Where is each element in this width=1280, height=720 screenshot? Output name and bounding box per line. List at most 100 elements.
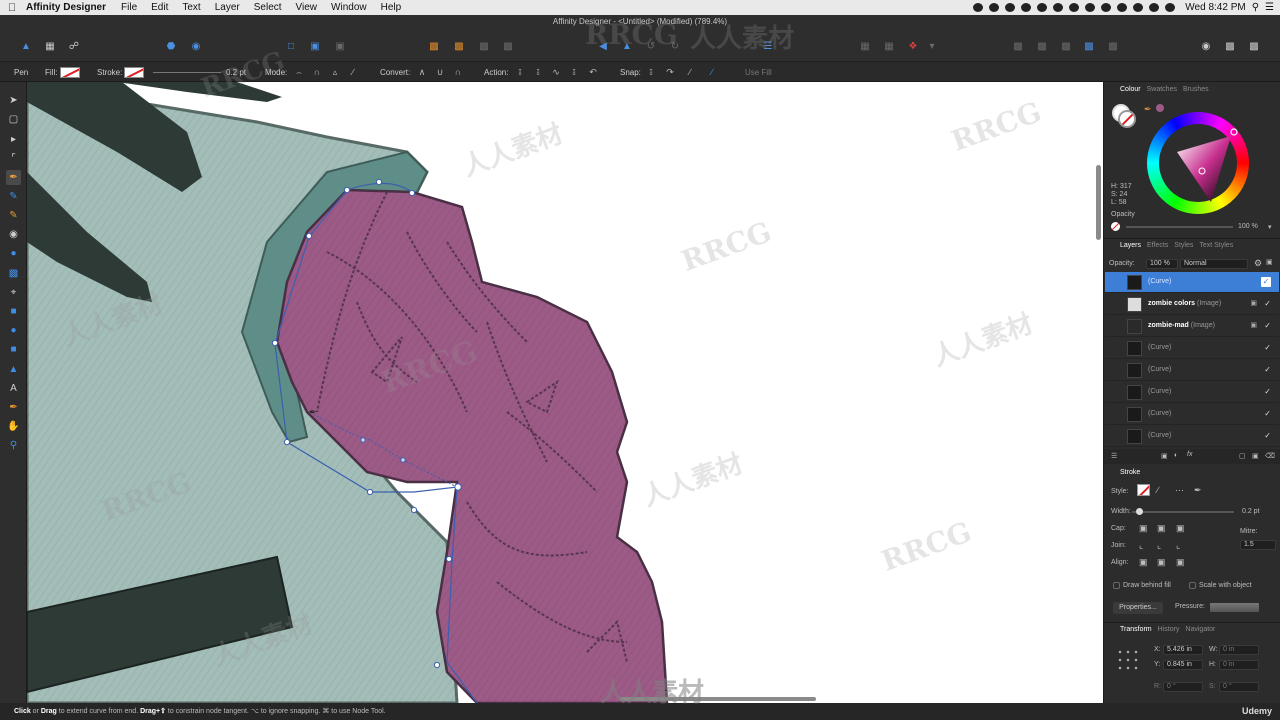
layer-row[interactable]: (Curve) ✓ bbox=[1105, 382, 1279, 403]
document-setup-icon[interactable]: ⬣ bbox=[163, 39, 179, 53]
export-persona-icon[interactable]: ☍ bbox=[66, 39, 82, 53]
status-icon[interactable] bbox=[1101, 3, 1112, 12]
snap-option-icon[interactable]: ↷ bbox=[664, 67, 676, 78]
layer-row[interactable]: zombie-mad (Image) ▣ ✓ bbox=[1105, 316, 1279, 337]
zoom-tool-icon[interactable]: ⚲ bbox=[6, 438, 21, 453]
stroke-width-slider[interactable] bbox=[153, 72, 221, 73]
rotate-left-icon[interactable]: ↺ bbox=[643, 39, 659, 53]
triangle-tool-icon[interactable]: ▲ bbox=[6, 362, 21, 377]
cap-square-icon[interactable]: ▣ bbox=[1176, 523, 1185, 534]
node-tool-icon[interactable]: ▸ bbox=[6, 132, 21, 147]
join-curves-icon[interactable]: ⫱ bbox=[568, 67, 580, 78]
visibility-checkbox[interactable]: ✓ bbox=[1264, 387, 1271, 396]
break-curve-icon[interactable]: ⫱ bbox=[514, 67, 526, 78]
draw-behind-fill-checkbox[interactable] bbox=[1113, 582, 1120, 589]
assistant-icon[interactable]: ◉ bbox=[1198, 39, 1214, 53]
blend-mode-select[interactable]: Normal bbox=[1180, 259, 1248, 269]
join-mitre-icon[interactable]: ⌞ bbox=[1139, 540, 1143, 551]
h-field[interactable]: 0 in bbox=[1219, 660, 1259, 670]
tab-layers[interactable]: Layers bbox=[1120, 242, 1141, 249]
tab-swatches[interactable]: Swatches bbox=[1147, 86, 1177, 93]
hand-tool-icon[interactable]: ✋ bbox=[6, 419, 21, 434]
stroke-style-none[interactable] bbox=[1137, 484, 1150, 496]
rectangle-tool-icon[interactable]: ■ bbox=[6, 304, 21, 319]
rounded-rectangle-tool-icon[interactable]: ■ bbox=[6, 342, 21, 357]
y-field[interactable]: 0.845 in bbox=[1163, 660, 1203, 670]
boolean-subtract-icon[interactable]: ▩ bbox=[1034, 39, 1050, 53]
status-icon[interactable] bbox=[1053, 3, 1064, 12]
artboard-tool-icon[interactable]: ▢ bbox=[6, 112, 21, 127]
fill-stroke-selector[interactable] bbox=[1112, 104, 1138, 130]
layer-row[interactable]: zombie colors (Image) ▣ ✓ bbox=[1105, 294, 1279, 315]
stroke-style-dashed-icon[interactable]: ⋯ bbox=[1175, 485, 1184, 496]
wifi-icon[interactable] bbox=[1133, 3, 1144, 12]
status-icon[interactable] bbox=[973, 3, 984, 12]
arrange-forward-icon[interactable]: ▩ bbox=[476, 39, 492, 53]
stroke-style-solid-icon[interactable]: ∕ bbox=[1157, 485, 1159, 495]
polygon-mode-icon[interactable]: ▵ bbox=[329, 67, 341, 78]
boolean-add-icon[interactable]: ▩ bbox=[1010, 39, 1026, 53]
anchor-grid[interactable] bbox=[1116, 648, 1140, 672]
pen-tool-icon[interactable]: ✒ bbox=[6, 170, 21, 185]
text-tool-icon[interactable]: A bbox=[6, 381, 21, 396]
arrange-back-icon[interactable]: ▩ bbox=[426, 39, 442, 53]
adjustment-icon[interactable]: ◐ bbox=[1174, 452, 1178, 459]
stroke-panel-title[interactable]: Stroke bbox=[1120, 469, 1140, 476]
status-icon[interactable] bbox=[1069, 3, 1080, 12]
battery-icon[interactable] bbox=[1165, 3, 1176, 12]
fill-swatch[interactable] bbox=[60, 67, 80, 78]
vertical-scrollbar[interactable] bbox=[1096, 165, 1101, 240]
cap-round-icon[interactable]: ▣ bbox=[1157, 523, 1166, 534]
vector-brush-tool-icon[interactable]: ✎ bbox=[6, 208, 21, 223]
visibility-checkbox[interactable]: ✓ bbox=[1264, 365, 1271, 374]
width-slider[interactable] bbox=[1132, 508, 1234, 515]
ellipse-tool-icon[interactable]: ● bbox=[6, 323, 21, 338]
no-colour-icon[interactable] bbox=[1111, 222, 1120, 231]
tab-colour[interactable]: Colour bbox=[1120, 86, 1141, 93]
tab-transform[interactable]: Transform bbox=[1120, 626, 1152, 633]
status-icon[interactable] bbox=[1085, 3, 1096, 12]
search-icon[interactable]: ⚲ bbox=[1252, 2, 1259, 13]
smart-mode-icon[interactable]: ∩ bbox=[311, 67, 323, 78]
flip-vertical-icon[interactable]: ▲ bbox=[619, 39, 635, 53]
x-field[interactable]: 5.426 in bbox=[1163, 645, 1203, 655]
line-mode-icon[interactable]: ∕ bbox=[347, 67, 359, 78]
convert-smooth-icon[interactable]: ∪ bbox=[434, 67, 446, 78]
r-field[interactable]: 0 ° bbox=[1163, 682, 1203, 692]
transform-origin-icon[interactable]: ▣ bbox=[307, 39, 323, 53]
snapping-magnet-icon[interactable]: ❖ bbox=[905, 39, 921, 53]
mitre-field[interactable]: 1.5 bbox=[1240, 540, 1276, 550]
menu-text[interactable]: Text bbox=[175, 2, 207, 13]
boolean-intersect-icon[interactable]: ▩ bbox=[1058, 39, 1074, 53]
status-icon[interactable] bbox=[989, 3, 1000, 12]
menu-select[interactable]: Select bbox=[247, 2, 289, 13]
pen-mode-icon[interactable]: ⌢ bbox=[293, 67, 305, 78]
stroke-swatch[interactable] bbox=[124, 67, 144, 78]
menu-view[interactable]: View bbox=[289, 2, 325, 13]
colour-triangle[interactable] bbox=[1147, 112, 1249, 214]
status-icon[interactable] bbox=[1037, 3, 1048, 12]
reverse-curve-icon[interactable]: ↶ bbox=[587, 67, 599, 78]
boolean-xor-icon[interactable]: ▩ bbox=[1081, 39, 1097, 53]
visibility-checkbox[interactable]: ✓ bbox=[1264, 343, 1271, 352]
rubber-band-icon[interactable]: ∕ bbox=[706, 67, 718, 78]
tab-text-styles[interactable]: Text Styles bbox=[1199, 242, 1233, 249]
apple-icon[interactable]:  bbox=[0, 2, 24, 14]
snap-option-icon[interactable]: ⫱ bbox=[645, 67, 657, 78]
stroke-width-value[interactable]: 0.2 pt bbox=[226, 68, 246, 77]
boolean-divide-icon[interactable]: ▩ bbox=[1105, 39, 1121, 53]
lock-icon[interactable]: ▣ bbox=[1266, 258, 1273, 266]
arrange-backward-icon[interactable]: ▩ bbox=[500, 39, 516, 53]
gear-icon[interactable]: ⚙ bbox=[1254, 258, 1262, 269]
fill-tool-icon[interactable]: ◉ bbox=[6, 227, 21, 242]
tab-styles[interactable]: Styles bbox=[1174, 242, 1193, 249]
opacity-slider[interactable] bbox=[1126, 226, 1233, 228]
snap-option-icon[interactable]: ∕ bbox=[684, 67, 696, 78]
status-icon[interactable] bbox=[1021, 3, 1032, 12]
pencil-tool-icon[interactable]: ✎ bbox=[6, 189, 21, 204]
crop-tool-icon[interactable]: ⌖ bbox=[6, 285, 21, 300]
colour-wheel[interactable] bbox=[1147, 112, 1249, 214]
grid-toggle-icon[interactable]: ▦ bbox=[881, 39, 897, 53]
add-layer-icon[interactable]: ▢ bbox=[1239, 452, 1246, 460]
stroke-style-brush-icon[interactable]: ✒ bbox=[1194, 485, 1202, 496]
